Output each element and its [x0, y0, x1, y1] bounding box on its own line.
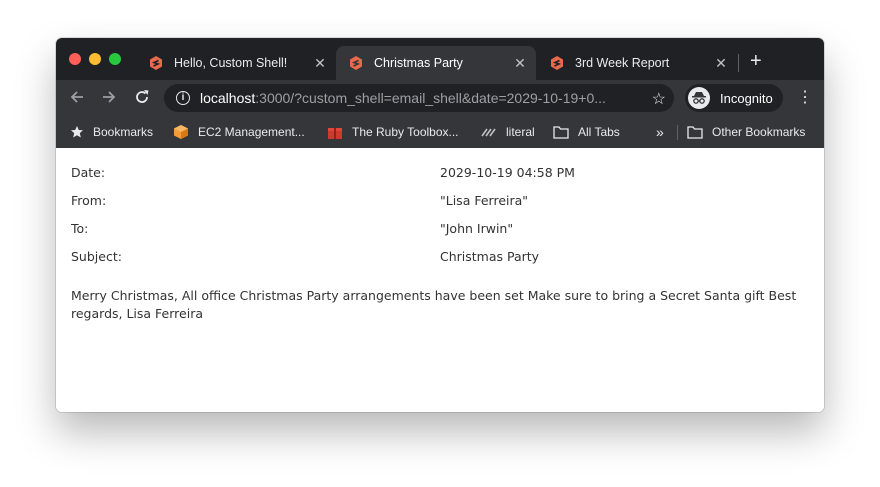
reload-icon[interactable]	[132, 88, 152, 108]
bookmark-star-icon[interactable]: ☆	[652, 89, 666, 109]
info-icon[interactable]: i	[176, 91, 190, 105]
tab-christmas-party[interactable]: Christmas Party ✕	[336, 46, 536, 80]
subject-value: Christmas Party	[440, 249, 540, 264]
bookmark-label: Other Bookmarks	[712, 125, 806, 139]
bookmark-label: Bookmarks	[93, 125, 154, 139]
bookmark-label: All Tabs	[578, 125, 620, 139]
bookmarks-separator	[677, 125, 678, 140]
tab-title: 3rd Week Report	[575, 56, 670, 70]
from-value: "Lisa Ferreira"	[440, 193, 529, 208]
shell-favicon-icon	[350, 56, 362, 70]
aws-cube-icon	[173, 124, 189, 140]
browser-window: Hello, Custom Shell! ✕ Christmas Party ✕…	[56, 38, 824, 412]
bookmark-label: The Ruby Toolbox...	[352, 125, 459, 139]
url-path: :3000/?custom_shell=email_shell&date=202…	[255, 90, 606, 106]
tab-strip: Hello, Custom Shell! ✕ Christmas Party ✕…	[56, 38, 824, 80]
forward-arrow-icon[interactable]	[99, 88, 119, 108]
subject-label: Subject:	[71, 249, 122, 264]
from-label: From:	[71, 193, 107, 208]
bookmark-label: literal	[506, 125, 535, 139]
date-value: 2029-10-19 04:58 PM	[440, 165, 575, 180]
tab-title: Christmas Party	[374, 56, 463, 70]
tab-title: Hello, Custom Shell!	[174, 56, 288, 70]
shell-favicon-icon	[150, 56, 162, 70]
email-view: Date: 2029-10-19 04:58 PM From: "Lisa Fe…	[56, 148, 824, 412]
bookmark-label: EC2 Management...	[198, 125, 305, 139]
tab-hello-custom-shell[interactable]: Hello, Custom Shell! ✕	[136, 46, 336, 80]
bookmark-item-literal[interactable]: literal	[481, 116, 535, 148]
back-arrow-icon[interactable]	[67, 88, 87, 108]
bookmark-item-ec2[interactable]: EC2 Management...	[173, 116, 305, 148]
folder-icon	[553, 125, 569, 139]
incognito-profile-button[interactable]: Incognito	[685, 84, 783, 112]
date-label: Date:	[71, 165, 106, 180]
bookmark-item-other-bookmarks[interactable]: Other Bookmarks	[687, 116, 805, 148]
maximize-window-button[interactable]	[109, 53, 121, 65]
incognito-icon	[688, 87, 710, 109]
literal-icon	[481, 125, 497, 139]
tab-3rd-week-report[interactable]: 3rd Week Report ✕	[537, 46, 737, 80]
folder-icon	[687, 125, 703, 139]
bookmark-item-bookmarks[interactable]: Bookmarks	[70, 116, 153, 148]
to-label: To:	[71, 221, 89, 236]
tab-close-icon[interactable]: ✕	[310, 55, 330, 72]
to-value: "John Irwin"	[440, 221, 514, 236]
minimize-window-button[interactable]	[89, 53, 101, 65]
bookmarks-bar: Bookmarks EC2 Management... The Ruby Too…	[56, 116, 824, 148]
bookmark-item-all-tabs[interactable]: All Tabs	[553, 116, 620, 148]
url-host: localhost	[200, 90, 256, 106]
star-icon	[70, 125, 84, 139]
close-window-button[interactable]	[69, 53, 81, 65]
address-bar[interactable]: i localhost :3000/?custom_shell=email_sh…	[164, 84, 674, 112]
bookmark-item-ruby-toolbox[interactable]: The Ruby Toolbox...	[327, 116, 459, 148]
kebab-menu-icon[interactable]: ⋮	[797, 89, 813, 107]
email-body: Merry Christmas, All office Christmas Pa…	[71, 288, 797, 321]
new-tab-button[interactable]: +	[750, 51, 762, 71]
tab-separator	[738, 54, 739, 72]
gift-icon	[327, 124, 343, 140]
toolbar: i localhost :3000/?custom_shell=email_sh…	[56, 80, 824, 116]
shell-favicon-icon	[551, 56, 563, 70]
tab-close-icon[interactable]: ✕	[510, 55, 530, 72]
tab-close-icon[interactable]: ✕	[711, 55, 731, 72]
bookmarks-overflow-button[interactable]: »	[656, 116, 664, 148]
profile-label: Incognito	[720, 90, 773, 106]
